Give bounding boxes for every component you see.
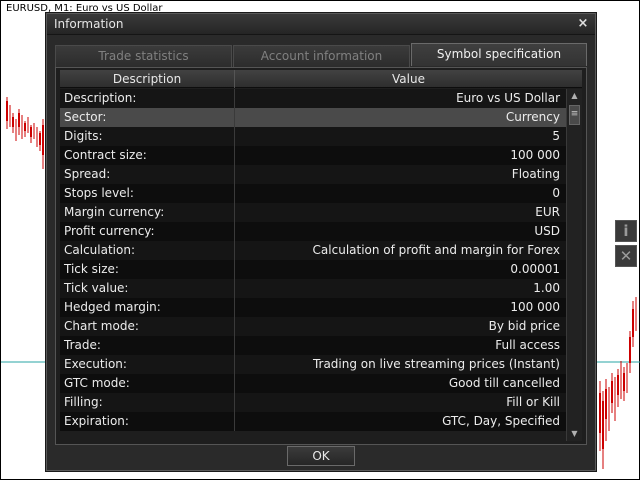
table-row[interactable]: Tick value: 1.00 [60,279,566,298]
table-row[interactable]: Hedged margin: 100 000 [60,298,566,317]
tab-account-information[interactable]: Account information [233,45,410,67]
table-row[interactable]: Trade: Full access [60,336,566,355]
row-value: 100 000 [510,300,560,314]
column-header-description[interactable]: Description [60,70,235,88]
row-description: Digits: [60,127,235,146]
table-row[interactable]: Chart mode: By bid price [60,317,566,336]
row-description: Profit currency: [60,222,235,241]
dialog-title: Information [54,17,124,31]
row-description: Execution: [60,355,235,374]
row-description: Calculation: [60,241,235,260]
table-row[interactable]: Calculation: Calculation of profit and ma… [60,241,566,260]
close-icon[interactable]: × [575,16,591,32]
row-description: Spread: [60,165,235,184]
row-value: 100 000 [510,148,560,162]
row-value: Trading on live streaming prices (Instan… [312,357,560,371]
row-value: Currency [505,110,560,124]
row-value: Good till cancelled [448,376,560,390]
dialog-titlebar[interactable]: Information × [47,14,595,35]
row-description: Margin currency: [60,203,235,222]
scroll-up-icon[interactable]: ▲ [567,89,582,103]
row-value: 1.00 [533,281,560,295]
row-description: GTC mode: [60,374,235,393]
row-description: Expiration: [60,412,235,431]
row-value: By bid price [488,319,560,333]
vertical-scrollbar[interactable]: ▲ ≡ ▼ [566,89,582,441]
table-row[interactable]: Digits: 5 [60,127,566,146]
row-description: Hedged margin: [60,298,235,317]
tab-trade-statistics[interactable]: Trade statistics [55,45,232,67]
info-icon[interactable]: i [615,220,637,242]
row-value: Euro vs US Dollar [456,91,560,105]
row-value: 0.00001 [510,262,560,276]
row-description: Chart mode: [60,317,235,336]
row-value: Fill or Kill [506,395,560,409]
row-description: Tick value: [60,279,235,298]
row-description: Trade: [60,336,235,355]
scrollbar-thumb[interactable]: ≡ [569,105,580,125]
row-value: 5 [552,129,560,143]
table-row[interactable]: Execution: Trading on live streaming pric… [60,355,566,374]
table-row[interactable]: Expiration: GTC, Day, Specified [60,412,566,431]
table-row[interactable]: Stops level: 0 [60,184,566,203]
row-value: GTC, Day, Specified [442,414,560,428]
table-row[interactable]: Contract size: 100 000 [60,146,566,165]
information-dialog: Information × Trade statistics Account i… [46,13,596,471]
row-description: Contract size: [60,146,235,165]
column-header-value[interactable]: Value [235,70,582,88]
row-value: Full access [495,338,560,352]
table-row[interactable]: Spread: Floating [60,165,566,184]
table-row[interactable]: Profit currency: USD [60,222,566,241]
specification-table: Description: Euro vs US Dollar Sector: Curr… [60,89,566,441]
row-description: Filling: [60,393,235,412]
tab-symbol-specification[interactable]: Symbol specification [411,43,587,66]
table-row[interactable]: GTC mode: Good till cancelled [60,374,566,393]
table-row[interactable]: Tick size: 0.00001 [60,260,566,279]
table-header: Description Value [60,70,582,88]
tab-bar: Trade statistics Account information Sym… [55,43,587,67]
close-icon[interactable]: ✕ [615,245,637,267]
row-value: Calculation of profit and margin for For… [312,243,560,257]
row-value: EUR [535,205,560,219]
table-row[interactable]: Description: Euro vs US Dollar [60,89,566,108]
scroll-down-icon[interactable]: ▼ [567,427,582,441]
table-row[interactable]: Sector: Currency [60,108,566,127]
row-description: Stops level: [60,184,235,203]
ok-button[interactable]: OK [287,446,355,466]
table-row[interactable]: Filling: Fill or Kill [60,393,566,412]
row-value: Floating [511,167,560,181]
table-row[interactable]: Margin currency: EUR [60,203,566,222]
row-description: Sector: [60,108,235,127]
symbol-specification-panel: Description Value Description: Euro vs US… [55,67,587,445]
row-description: Description: [60,89,235,108]
row-value: 0 [552,186,560,200]
row-value: USD [534,224,560,238]
row-description: Tick size: [60,260,235,279]
